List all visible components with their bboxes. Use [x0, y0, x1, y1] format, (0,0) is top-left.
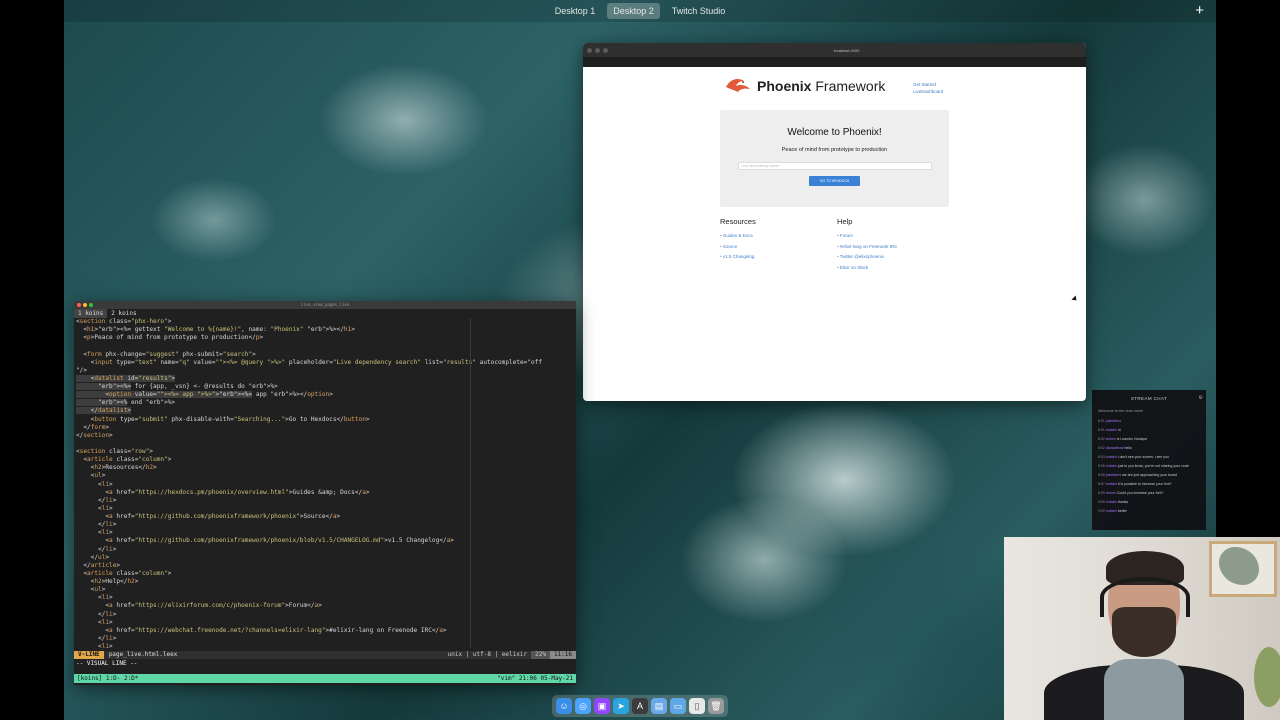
twitch-icon[interactable]: ▣	[594, 698, 610, 714]
hero-section: Welcome to Phoenix! Peace of mind from p…	[720, 110, 949, 207]
vim-cursor-position: 11:16	[549, 651, 576, 659]
chat-message: 8:57 moistin it is possible to increase …	[1098, 482, 1172, 486]
changelog-link[interactable]: v1.5 Changelog	[720, 254, 756, 265]
zoom-window-icon[interactable]	[603, 47, 608, 53]
dependency-search-input[interactable]: Live dependency search	[737, 162, 932, 170]
source-link[interactable]: Source	[720, 244, 756, 255]
help-heading: Help	[837, 217, 853, 226]
stream-chat-title: STREAM CHAT	[1130, 396, 1168, 401]
address-bar[interactable]: localhost:4000	[611, 48, 1082, 53]
phoenix-logo-text: Phoenix Framework	[757, 78, 886, 94]
vim-editor-buffer[interactable]: <section class="phx-hero"> <h1>"erb"><%=…	[74, 318, 576, 648]
vim-mode-indicator: V-LINE	[74, 651, 104, 659]
webcam-overlay	[1004, 537, 1280, 720]
vim-statusline: V-LINE page_live.html.leex unix | utf-8 …	[74, 651, 576, 659]
tmux-clock: "vim" 21:06 05-May-21	[497, 675, 573, 682]
trash-icon[interactable]: 🗑	[708, 698, 724, 714]
help-column: Help Forum #elixir-lang on Freenode IRC …	[837, 217, 897, 275]
tmux-session-info: [koins] 1:D- 2:D*	[77, 675, 139, 682]
browser-titlebar: localhost:4000	[583, 43, 1086, 57]
hero-subtitle: Peace of mind from prototype to producti…	[781, 147, 888, 153]
vim-command-line: -- VISUAL LINE --	[76, 660, 138, 667]
alacritty-icon[interactable]: A	[632, 698, 648, 714]
telegram-icon[interactable]: ➤	[613, 698, 629, 714]
stream-chat-panel: STREAM CHAT ⚙ Welcome to the chat room! …	[1092, 390, 1206, 530]
chat-welcome-message: Welcome to the chat room!	[1098, 409, 1144, 413]
vim-filename: page_live.html.leex	[108, 651, 178, 658]
chat-message: 8:52 nkowaltrust hello	[1098, 446, 1132, 450]
zoom-window-icon[interactable]	[89, 303, 93, 307]
safari-icon[interactable]: ◎	[575, 698, 591, 714]
nav-live-dashboard-link[interactable]: LiveDashboard	[913, 88, 943, 95]
document-icon[interactable]: ▯	[689, 698, 705, 714]
vim-file-info: unix | utf-8 | eelixir	[447, 651, 528, 658]
phoenix-welcome-page: Phoenix Framework Get Started LiveDashbo…	[583, 67, 1086, 401]
space-tab-desktop-1[interactable]: Desktop 1	[549, 3, 602, 19]
chat-message: 9:00 moistin thanks	[1098, 500, 1129, 504]
browser-window: localhost:4000 Phoenix Framework Get Sta…	[583, 43, 1086, 401]
chat-message: 8:55 justsilvers we are just approaching…	[1098, 473, 1178, 477]
resources-column: Resources Guides & Docs Source v1.5 Chan…	[720, 217, 756, 265]
dock: ☺ ◎ ▣ ➤ A ▤ ▭ ▯ 🗑	[552, 695, 728, 717]
chat-message-list: 8:51 justsilvers 8:51 moistin hi 8:52 vin…	[1098, 419, 1206, 518]
tmux-status-bar: [koins] 1:D- 2:D* "vim" 21:06 05-May-21	[74, 674, 576, 683]
chat-message: 8:52 vinimn is Leandro Nunique	[1098, 437, 1148, 441]
phoenix-logo[interactable]: Phoenix Framework	[724, 77, 885, 95]
browser-tab-strip	[583, 57, 1086, 67]
chat-message: 8:55 moistin just to you know, you're no…	[1098, 464, 1189, 468]
mission-control-spaces-bar: Desktop 1 Desktop 2 Twitch Studio +	[64, 0, 1216, 22]
chat-message: 8:51 moistin hi	[1098, 428, 1121, 432]
space-tab-twitch-studio[interactable]: Twitch Studio	[666, 3, 732, 19]
tmux-window-tabs: 1 koins 2 koins	[74, 309, 576, 318]
hero-title: Welcome to Phoenix!	[787, 127, 882, 138]
headset-icon	[1100, 577, 1190, 617]
nav-get-started-link[interactable]: Get Started	[913, 81, 943, 88]
vim-scroll-percent: 22%	[531, 651, 550, 659]
phoenix-bird-icon	[726, 79, 750, 92]
close-window-icon[interactable]	[77, 303, 81, 307]
twitter-link[interactable]: Twitter @elixirphoenix	[837, 254, 897, 265]
chat-message: 8:53 moistin i don't see your screen, i …	[1098, 455, 1169, 459]
close-window-icon[interactable]	[587, 47, 592, 53]
add-space-icon[interactable]: +	[1195, 2, 1204, 19]
tmux-tab-2[interactable]: 2 koins	[107, 309, 140, 318]
folder-icon[interactable]: ▭	[670, 698, 686, 714]
header-nav: Get Started LiveDashboard	[913, 81, 943, 95]
terminal-titlebar: live_view_pages_live	[74, 301, 576, 309]
finder-icon[interactable]: ☺	[556, 698, 572, 714]
chat-message: 8:59 vinimn Could you increase your font…	[1098, 491, 1164, 495]
person-shirt	[1104, 659, 1184, 720]
space-tab-desktop-2[interactable]: Desktop 2	[607, 3, 660, 19]
irc-link[interactable]: #elixir-lang on Freenode IRC	[837, 244, 898, 255]
go-to-hexdocs-button[interactable]: GO TO HEXDOCS	[809, 176, 860, 186]
chat-message: 8:51 justsilvers	[1098, 419, 1122, 423]
forum-link[interactable]: Forum	[837, 233, 897, 244]
slack-link[interactable]: Elixir on Slack	[837, 265, 897, 276]
chat-settings-icon[interactable]: ⚙	[1199, 395, 1203, 401]
color-column	[470, 318, 471, 648]
terminal-window: live_view_pages_live 1 koins 2 koins <se…	[74, 301, 576, 685]
minimize-window-icon[interactable]	[595, 47, 600, 53]
guides-docs-link[interactable]: Guides & Docs	[720, 233, 756, 244]
terminal-title: live_view_pages_live	[300, 302, 350, 307]
minimize-window-icon[interactable]	[83, 303, 87, 307]
preview-icon[interactable]: ▤	[651, 698, 667, 714]
resources-heading: Resources	[720, 217, 756, 226]
chat-message: 9:00 moistin better	[1098, 509, 1127, 513]
plant-leaves	[1254, 647, 1280, 707]
tmux-tab-1[interactable]: 1 koins	[74, 309, 108, 318]
